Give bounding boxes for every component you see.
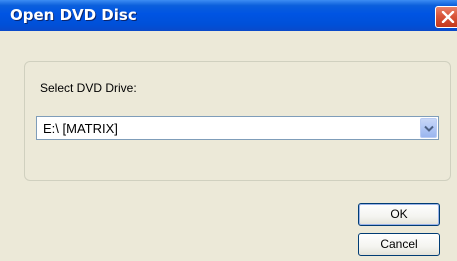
dvd-drive-select[interactable]: E:\ [MATRIX] (36, 116, 439, 140)
title-bar[interactable]: Open DVD Disc (0, 0, 457, 31)
close-icon (441, 11, 455, 23)
window-title: Open DVD Disc (10, 6, 137, 24)
open-dvd-disc-dialog: Open DVD Disc Select DVD Drive: E:\ [MAT… (0, 0, 457, 261)
dropdown-button[interactable] (420, 118, 437, 138)
ok-button[interactable]: OK (358, 203, 440, 226)
chevron-down-icon (424, 125, 434, 132)
dvd-drive-selected-value: E:\ [MATRIX] (43, 121, 118, 136)
select-drive-label: Select DVD Drive: (40, 81, 137, 95)
cancel-button[interactable]: Cancel (358, 233, 440, 256)
close-button[interactable] (435, 6, 457, 28)
